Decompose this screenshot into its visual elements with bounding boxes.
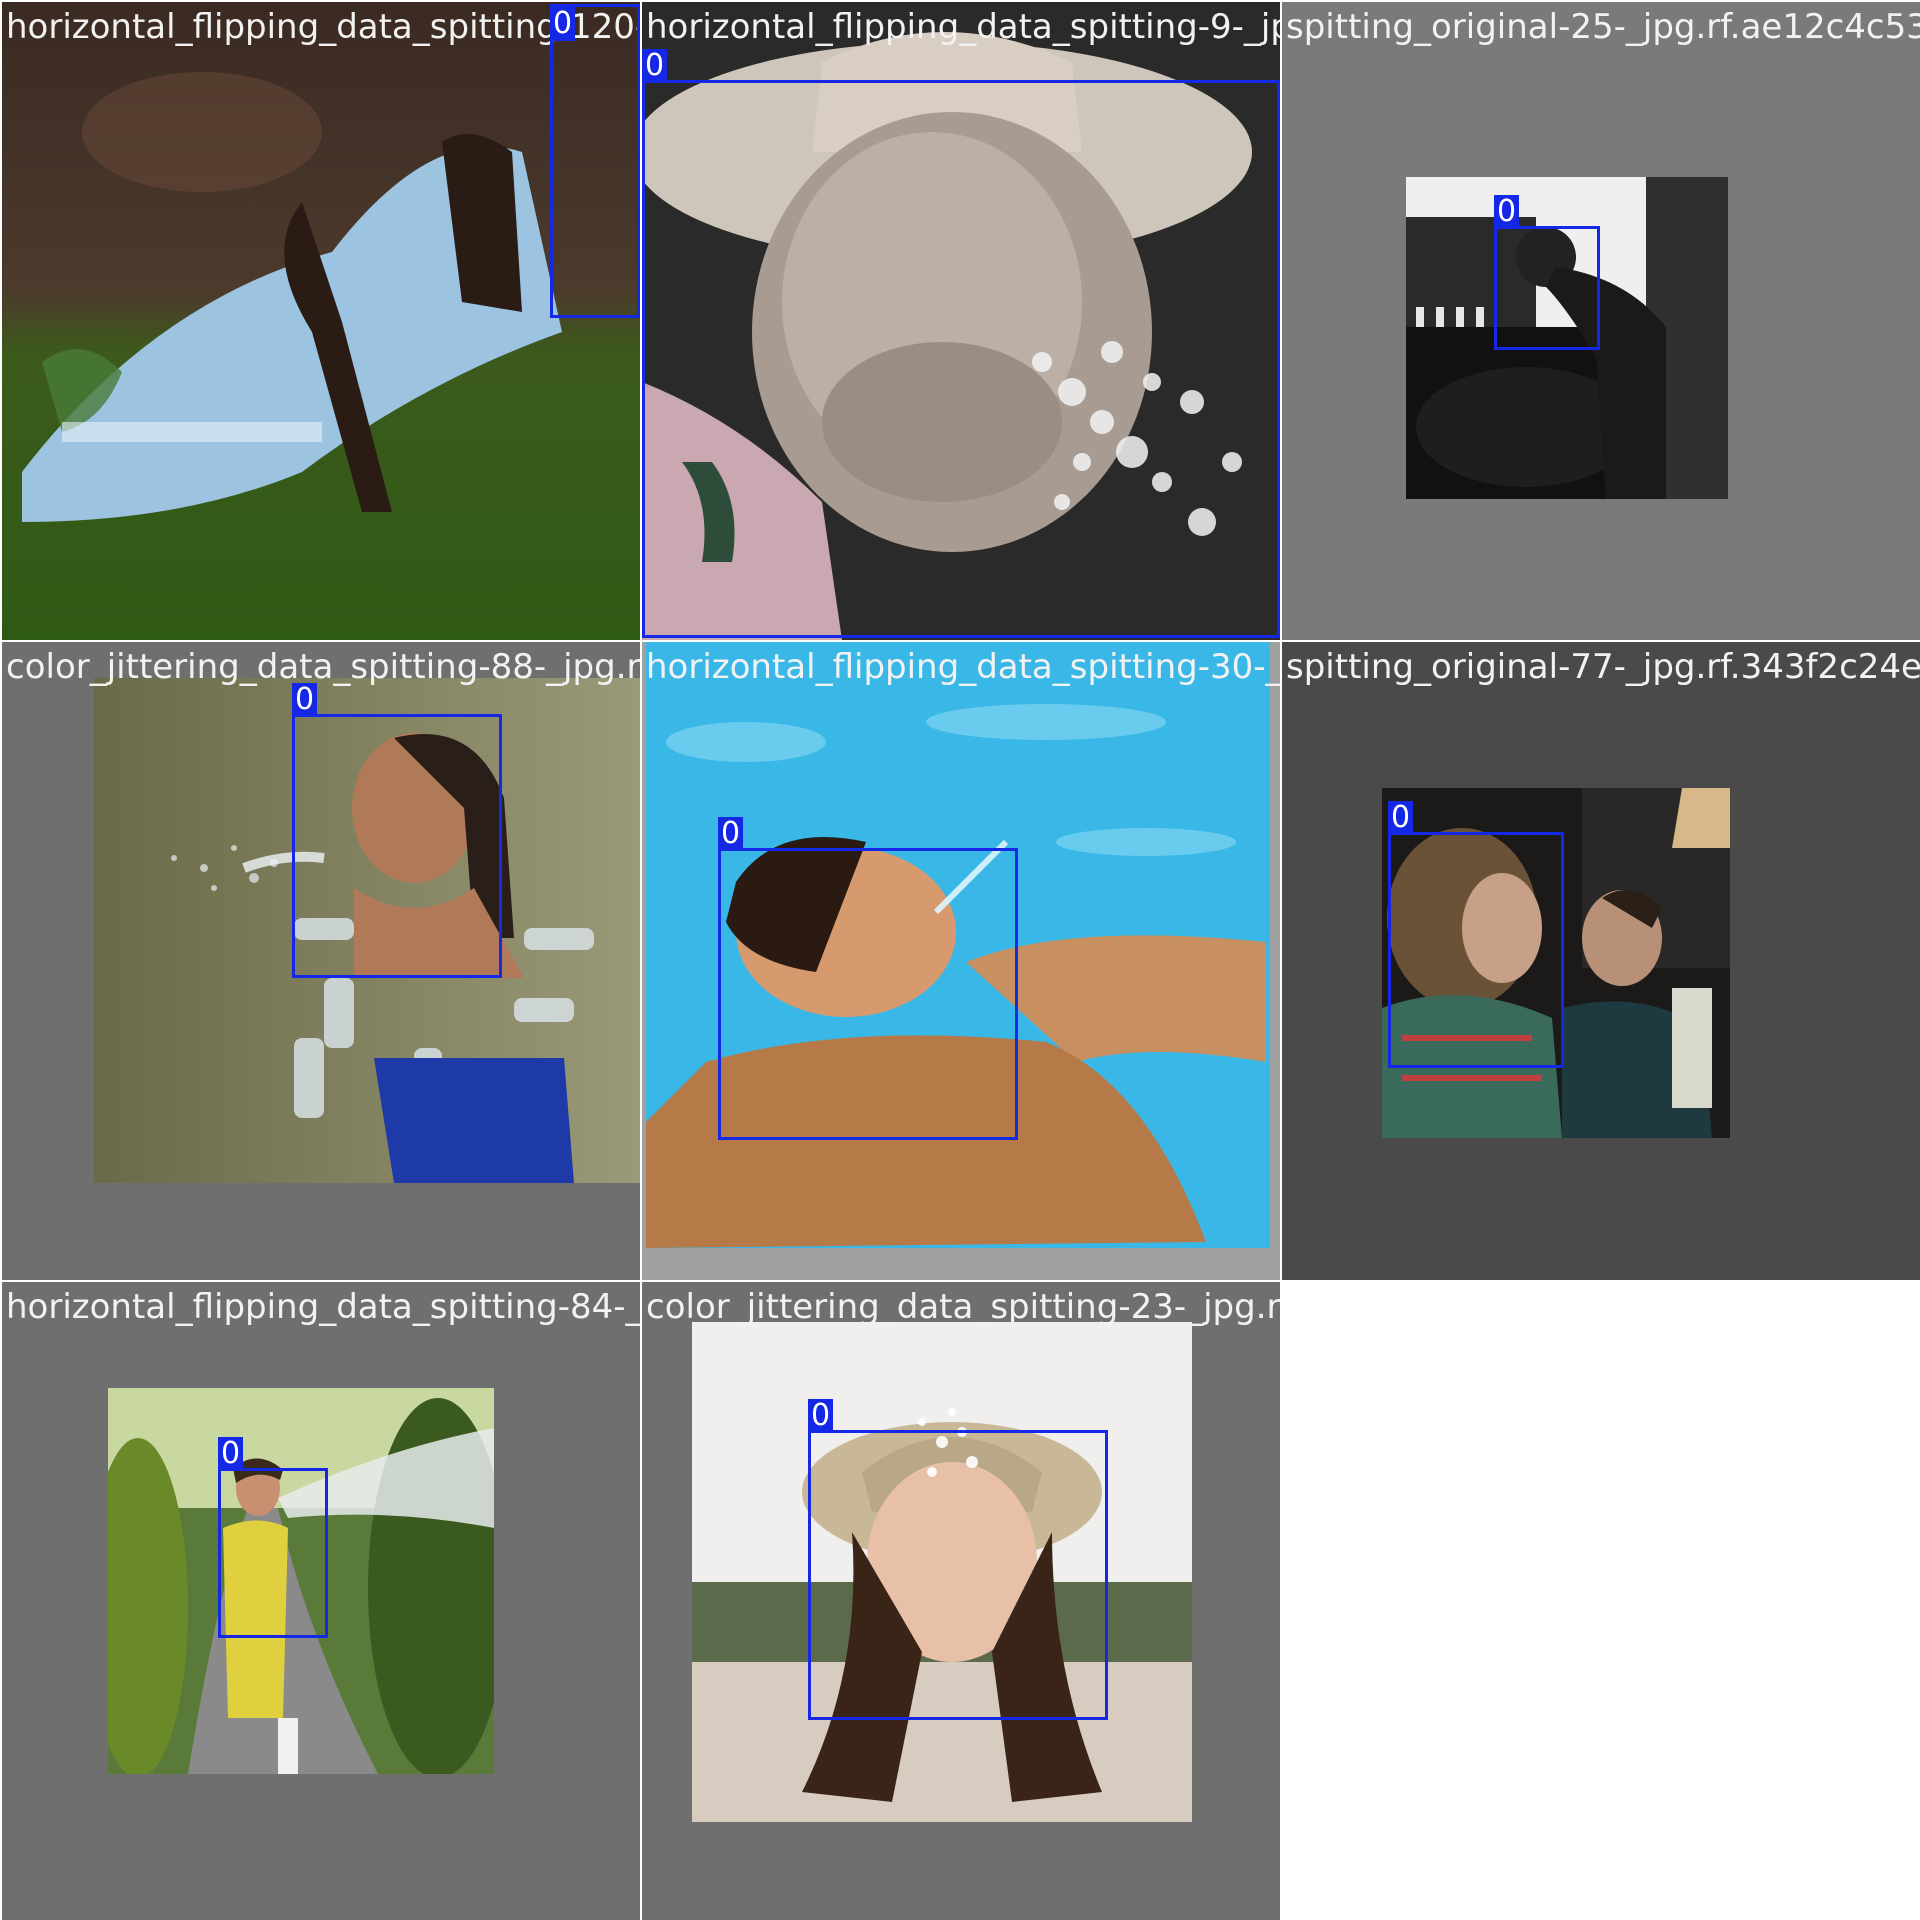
detection-box: 0 [292,683,502,978]
grid-tile-2: horizontal_flipping_data_spitting-9-_jpg… [642,2,1280,640]
grid-tile-6: spitting_original-77-_jpg.rf.343f2c24ea … [1282,642,1920,1280]
detection-box: 0 [550,4,640,318]
detection-box: 0 [1388,801,1564,1068]
tile-filename: spitting_original-77-_jpg.rf.343f2c24ea [1286,647,1920,687]
tile-filename: color_jittering_data_spitting-88-_jpg.rf [6,647,640,687]
tile-filename: horizontal_flipping_data_spitting-120-_j [6,7,640,47]
tile-filename: horizontal_flipping_data_spitting-84-_jp [6,1287,640,1327]
detection-box: 0 [808,1399,1108,1720]
class-label: 0 [718,817,744,851]
empty-grid-cell [1282,1282,1920,1920]
grid-tile-3: spitting_original-25-_jpg.rf.ae12c4c53 0 [1282,2,1920,640]
tile-filename: horizontal_flipping_data_spitting-9-_jpg [646,7,1280,47]
grid-tile-5: horizontal_flipping_data_spitting-30-_jp… [642,642,1280,1280]
class-label: 0 [218,1437,244,1471]
class-label: 0 [642,49,668,83]
photo-soccer-player-pushup [2,2,640,640]
grid-tile-4: color_jittering_data_spitting-88-_jpg.rf… [2,642,640,1280]
class-label: 0 [808,1399,834,1433]
detection-box: 0 [718,817,1018,1140]
detection-box: 0 [642,49,1280,638]
tile-filename: color_jittering_data_spitting-23-_jpg.rf [646,1287,1280,1327]
class-label: 0 [1494,195,1520,229]
detection-box: 0 [218,1437,328,1638]
tile-filename: spitting_original-25-_jpg.rf.ae12c4c53 [1286,7,1920,47]
class-label: 0 [292,683,318,717]
class-label: 0 [550,7,576,41]
grid-tile-1: horizontal_flipping_data_spitting-120-_j… [2,2,640,640]
class-label: 0 [1388,801,1414,835]
grid-tile-7: horizontal_flipping_data_spitting-84-_jp… [2,1282,640,1920]
grid-tile-8: color_jittering_data_spitting-23-_jpg.rf… [642,1282,1280,1920]
detection-box: 0 [1494,195,1600,350]
tile-filename: horizontal_flipping_data_spitting-30-_jp [646,647,1280,687]
